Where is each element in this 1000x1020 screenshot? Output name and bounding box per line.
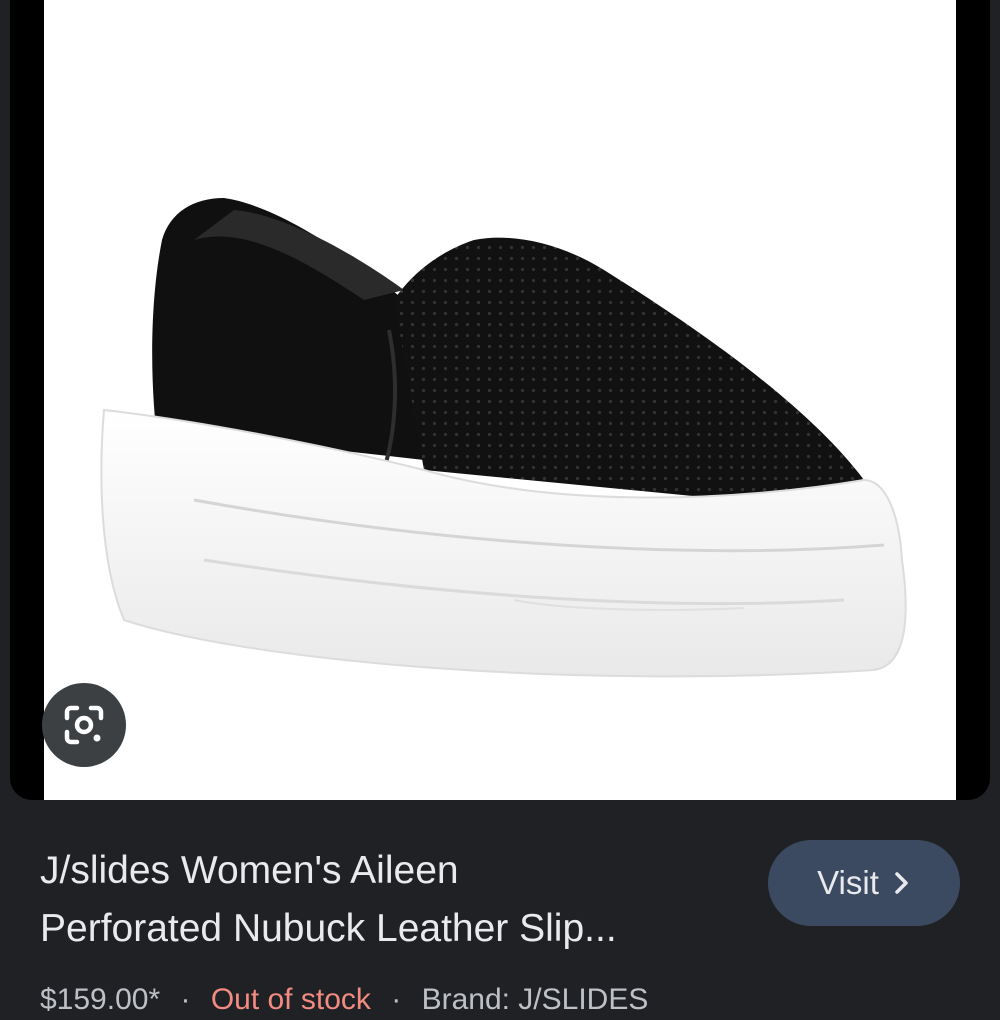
product-image-area[interactable] [44,0,956,800]
product-image [100,198,907,678]
result-title-line-1: J/slides Women's Aileen [40,849,459,892]
visit-button[interactable]: Visit [768,840,960,926]
result-title[interactable]: J/slides Women's Aileen Perforated Nubuc… [40,842,740,958]
lens-button[interactable] [42,683,126,767]
chevron-right-icon [895,872,908,894]
image-viewer [10,0,990,800]
visit-button-label: Visit [817,864,879,901]
google-lens-icon [64,705,104,745]
result-meta: $159.00* · Out of stock · Brand: J/SLIDE… [40,980,648,1020]
result-title-line-2: Perforated Nubuck Leather Slip... [40,907,617,950]
